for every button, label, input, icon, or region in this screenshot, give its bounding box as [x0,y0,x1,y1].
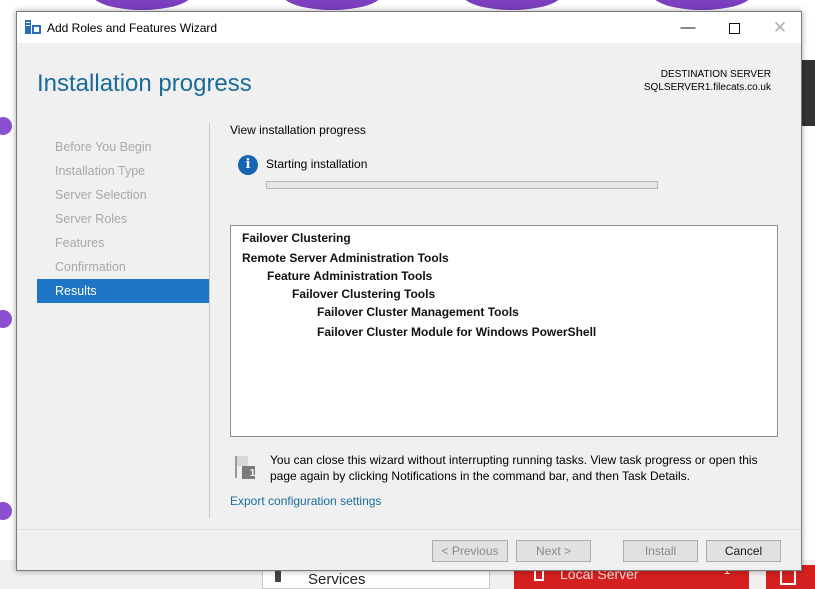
close-button[interactable]: ✕ [757,12,803,43]
nav-divider [209,123,210,518]
nav-item-server-selection[interactable]: Server Selection [37,183,209,207]
background-dark-strip [800,60,815,126]
nav-item-results[interactable]: Results [37,279,209,303]
background-purple-shape-1 [92,0,192,10]
maximize-button[interactable] [711,12,757,43]
notification-badge: 1 [249,468,256,479]
nav-item-before-you-begin[interactable]: Before You Begin [37,135,209,159]
minimize-button[interactable]: — [665,12,711,43]
wizard-window: Add Roles and Features Wizard — ✕ Instal… [16,11,802,571]
export-configuration-link[interactable]: Export configuration settings [230,494,381,508]
nav-item-confirmation[interactable]: Confirmation [37,255,209,279]
results-item: Failover Clustering Tools [292,287,436,301]
results-item: Failover Cluster Module for Windows Powe… [317,325,597,339]
next-button[interactable]: Next > [516,540,591,562]
background-dot-1 [0,117,12,135]
results-item: Failover Clustering [242,231,351,245]
nav-item-installation-type[interactable]: Installation Type [37,159,209,183]
maximize-icon [728,22,740,34]
installation-progress-bar [266,181,658,189]
wizard-nav: Before You Begin Installation Type Serve… [37,135,209,303]
results-item: Remote Server Administration Tools [242,251,449,265]
services-label: Services [308,571,366,588]
cancel-button[interactable]: Cancel [706,540,781,562]
title-bar[interactable]: Add Roles and Features Wizard — ✕ [17,12,801,43]
page-title: Installation progress [37,70,252,97]
nav-item-features[interactable]: Features [37,231,209,255]
install-button[interactable]: Install [623,540,698,562]
wizard-content: Installation progress DESTINATION SERVER… [17,43,801,529]
results-item: Failover Cluster Management Tools [317,305,519,319]
tile-icon [780,569,796,585]
background-purple-shape-4 [652,0,752,10]
previous-button[interactable]: < Previous [432,540,508,562]
section-heading: View installation progress [230,123,366,137]
wizard-footer: < Previous Next > Install Cancel [17,529,801,570]
background-purple-shape-2 [282,0,382,10]
results-list[interactable]: Failover Clustering Remote Server Adminis… [230,225,778,437]
nav-item-server-roles[interactable]: Server Roles [37,207,209,231]
info-icon: i [238,155,258,175]
window-title: Add Roles and Features Wizard [47,21,218,35]
destination-server-label: DESTINATION SERVER [660,69,771,80]
server-manager-icon [25,20,41,34]
installation-status: Starting installation [266,157,368,171]
results-item: Feature Administration Tools [267,269,433,283]
destination-server-name: SQLSERVER1.filecats.co.uk [643,82,771,93]
background-purple-shape-3 [462,0,562,10]
background-dot-2 [0,310,12,328]
notification-note: You can close this wizard without interr… [270,453,758,483]
background-dot-3 [0,502,12,520]
